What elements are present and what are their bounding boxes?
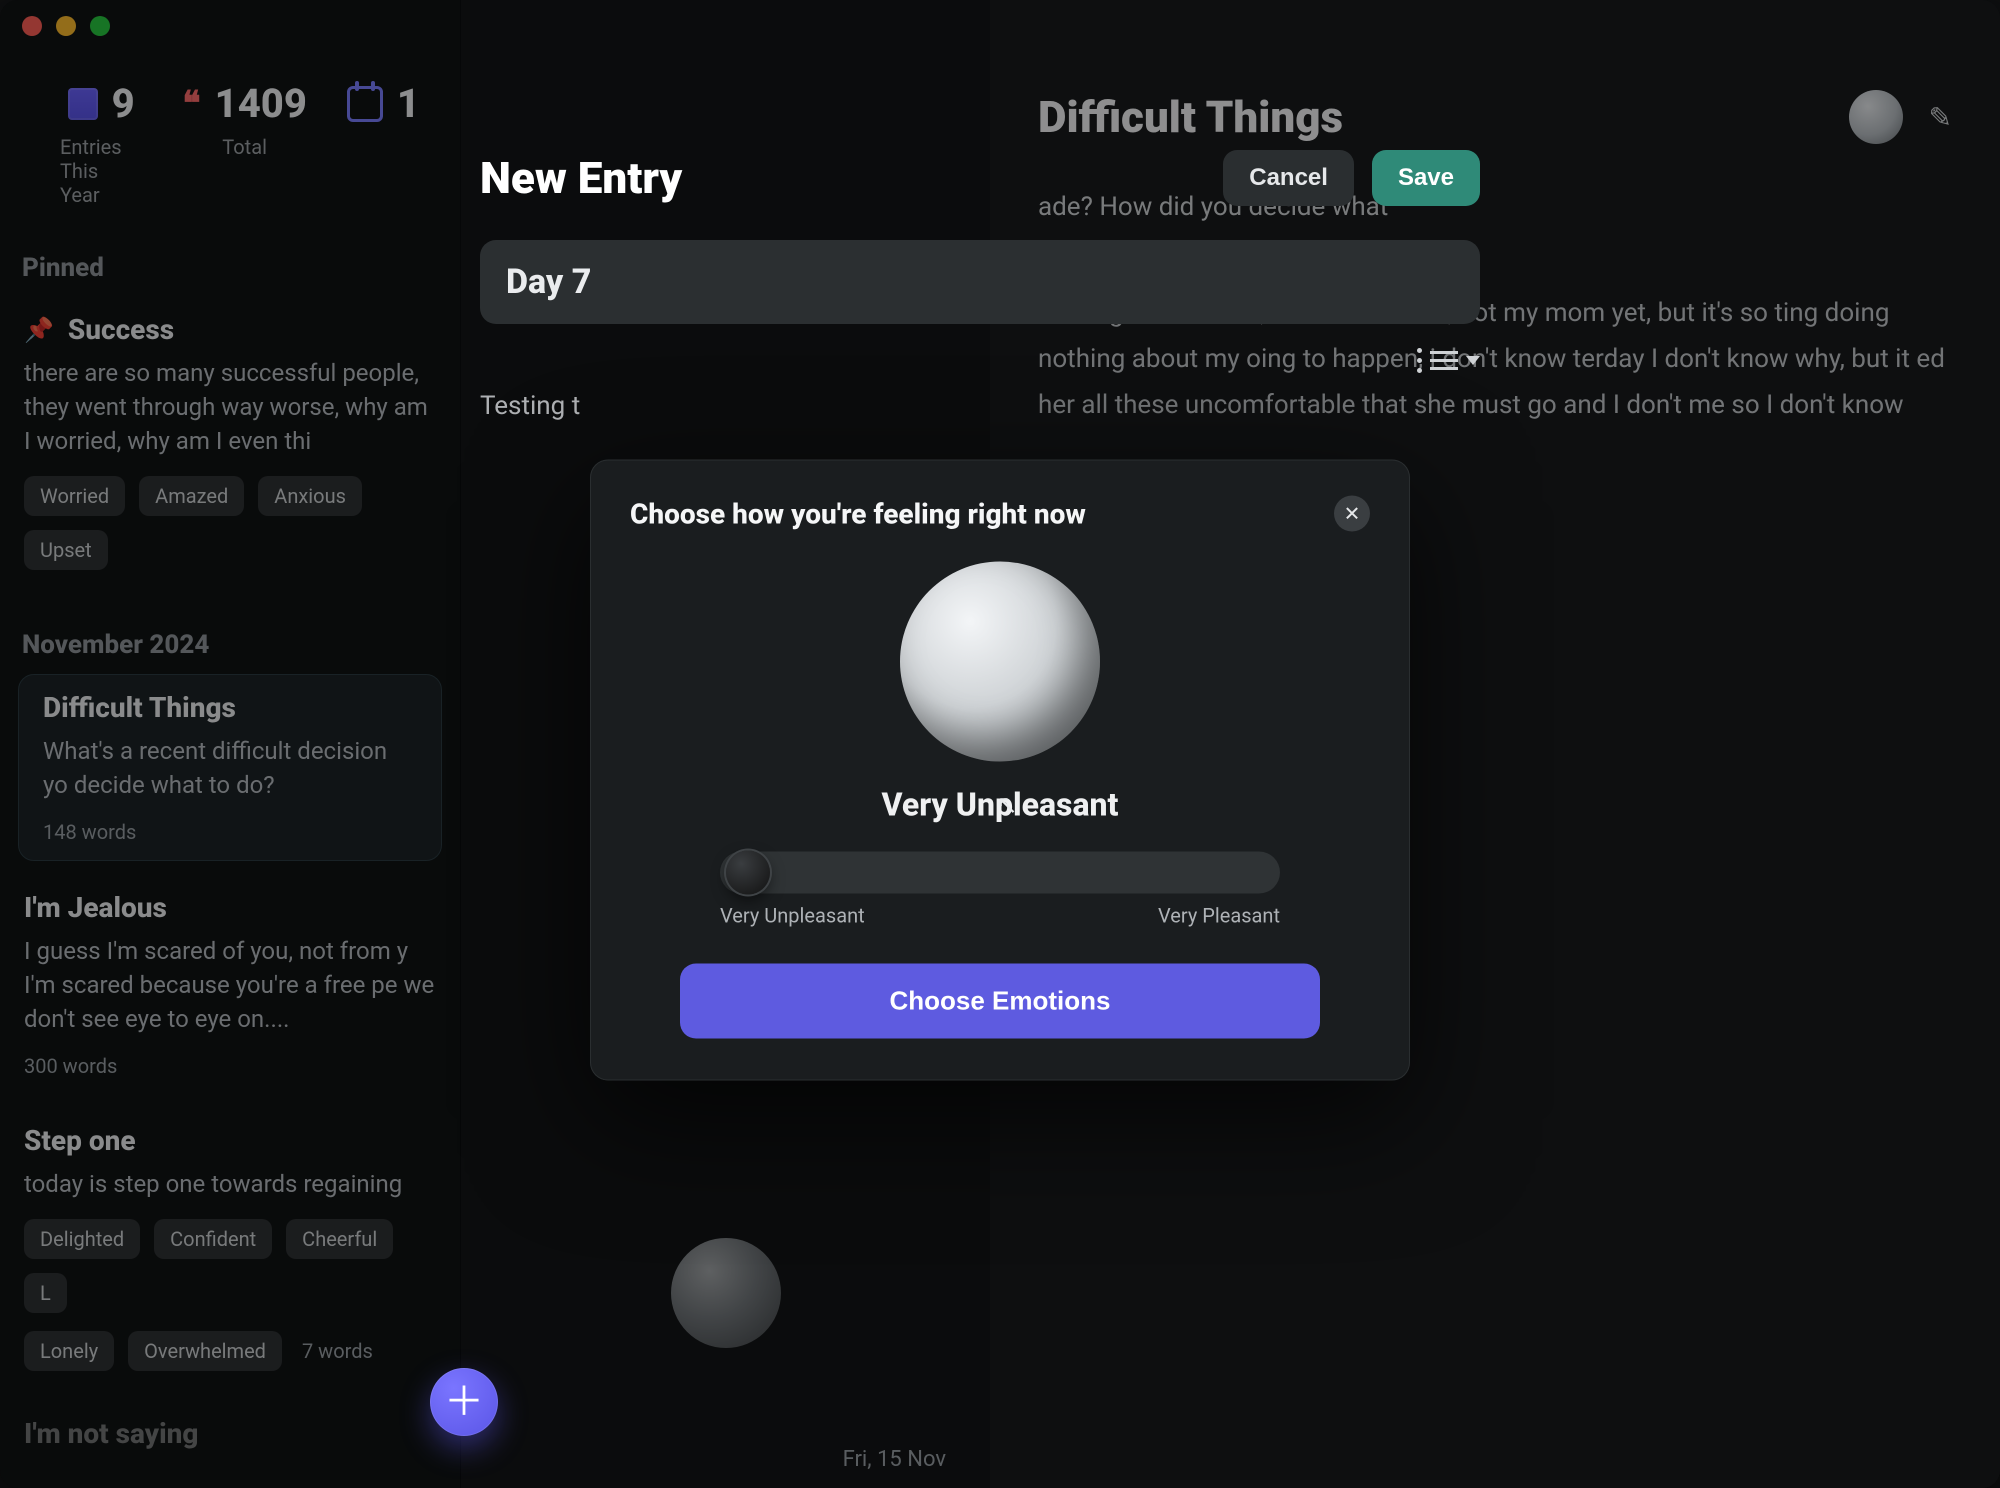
- titlebar-close-icon[interactable]: [22, 16, 42, 36]
- section-month-title: November 2024: [0, 610, 460, 670]
- entry-preview: I guess I'm scared of you, not from y I'…: [24, 934, 436, 1036]
- entry-step-one[interactable]: Step one today is step one towards regai…: [0, 1108, 460, 1387]
- detail-title: Difficult Things: [1038, 91, 1343, 143]
- stat-words-value: 1409: [215, 80, 307, 127]
- slider-thumb[interactable]: [726, 851, 770, 895]
- close-icon[interactable]: ✕: [1334, 496, 1370, 532]
- edit-icon[interactable]: ✎: [1929, 101, 1952, 134]
- pinned-item-title: Success: [68, 313, 174, 346]
- slider-max-label: Very Pleasant: [1158, 904, 1280, 928]
- chip-anxious[interactable]: Anxious: [258, 476, 362, 516]
- stat-days: 1: [347, 80, 420, 207]
- entry-not-saying[interactable]: I'm not saying: [0, 1401, 460, 1476]
- stat-days-label: [381, 135, 386, 159]
- pinned-item-chips: Worried Amazed Anxious Upset: [24, 476, 436, 570]
- entry-difficult-things[interactable]: Difficult Things What's a recent difficu…: [18, 674, 442, 861]
- slider-min-label: Very Unpleasant: [720, 904, 865, 928]
- stat-entries-value: 9: [112, 80, 135, 127]
- entry-preview: today is step one towards regaining: [24, 1167, 436, 1201]
- entry-date-footer: Fri, 15 Nov: [843, 1447, 946, 1472]
- list-style-button[interactable]: [1417, 348, 1480, 373]
- chip-worried[interactable]: Worried: [24, 476, 125, 516]
- section-pinned-title: Pinned: [0, 233, 460, 293]
- mood-modal: Choose how you're feeling right now ✕ Ve…: [590, 460, 1410, 1081]
- plus-icon: ＋: [444, 1382, 484, 1422]
- pinned-item-preview: there are so many successful people, the…: [24, 356, 436, 458]
- editor-toolbar: [480, 348, 1480, 373]
- new-entry-title: New Entry: [480, 152, 682, 204]
- stat-entries-label: Entries This Year: [60, 135, 142, 207]
- sidebar: 9 Entries This Year ❝ 1409 Total: [0, 0, 461, 1488]
- stat-days-value: 1: [397, 80, 420, 127]
- stat-entries: 9 Entries This Year: [60, 80, 142, 207]
- choose-emotions-button[interactable]: Choose Emotions: [680, 964, 1320, 1039]
- mood-modal-title: Choose how you're feeling right now: [630, 497, 1086, 530]
- pinned-list: 📌 Success there are so many successful p…: [0, 293, 460, 610]
- entry-title: Difficult Things: [43, 691, 236, 724]
- entry-chips: Delighted Confident Cheerful L: [24, 1219, 436, 1313]
- chevron-down-icon: [1466, 356, 1480, 365]
- chip-cheerful[interactable]: Cheerful: [286, 1219, 393, 1259]
- chip-confident[interactable]: Confident: [154, 1219, 272, 1259]
- mac-traffic-lights: [22, 16, 110, 36]
- stat-words-label: Total: [222, 135, 267, 159]
- cancel-button[interactable]: Cancel: [1223, 150, 1354, 206]
- slider-labels: Very Unpleasant Very Pleasant: [720, 904, 1280, 928]
- add-entry-fab[interactable]: ＋: [430, 1368, 498, 1436]
- detail-header: Difficult Things ✎: [990, 0, 2000, 172]
- entry-title: I'm Jealous: [24, 891, 167, 924]
- titlebar-zoom-icon[interactable]: [90, 16, 110, 36]
- mood-avatar-icon[interactable]: [1849, 90, 1903, 144]
- mood-slider[interactable]: [720, 852, 1280, 894]
- pinned-item-success[interactable]: 📌 Success there are so many successful p…: [0, 297, 460, 586]
- calendar-icon: [347, 86, 383, 122]
- save-button[interactable]: Save: [1372, 150, 1480, 206]
- app-window: 9 Entries This Year ❝ 1409 Total: [0, 0, 2000, 1488]
- book-icon: [68, 88, 98, 120]
- entry-meta: 7 words: [302, 1339, 373, 1363]
- chip-amazed[interactable]: Amazed: [139, 476, 244, 516]
- chip-delighted[interactable]: Delighted: [24, 1219, 140, 1259]
- mood-orb: [900, 562, 1100, 762]
- cursor-icon: ↖: [996, 790, 1018, 820]
- entry-title-text: Day 7: [506, 262, 591, 302]
- chip-overwhelmed[interactable]: Overwhelmed: [128, 1331, 282, 1371]
- stat-words: ❝ 1409 Total: [182, 80, 307, 207]
- titlebar-minimize-icon[interactable]: [56, 16, 76, 36]
- month-list: Difficult Things What's a recent difficu…: [0, 670, 460, 1488]
- entry-title: I'm not saying: [24, 1417, 198, 1450]
- entry-meta: 300 words: [24, 1054, 436, 1078]
- chip-lonely[interactable]: Lonely: [24, 1331, 114, 1371]
- entry-body-text[interactable]: Testing t: [480, 391, 580, 421]
- entry-chips-row-2: Lonely Overwhelmed: [24, 1331, 282, 1371]
- entry-jealous[interactable]: I'm Jealous I guess I'm scared of you, n…: [0, 875, 460, 1094]
- entry-title-input[interactable]: Day 7: [480, 240, 1480, 324]
- quote-icon: ❝: [182, 92, 200, 116]
- chip-l[interactable]: L: [24, 1273, 67, 1313]
- entry-title: Step one: [24, 1124, 136, 1157]
- entry-preview: What's a recent difficult decision yo de…: [43, 734, 417, 802]
- pin-icon: 📌: [24, 316, 54, 344]
- chip-upset[interactable]: Upset: [24, 530, 108, 570]
- entry-meta: 148 words: [43, 820, 417, 844]
